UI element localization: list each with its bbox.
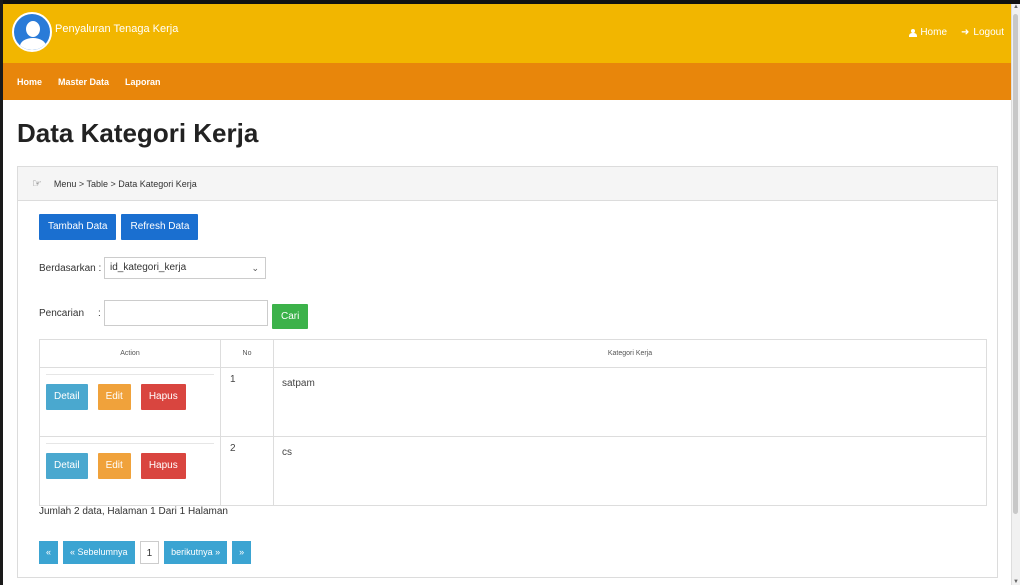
- breadcrumb: ☞ Menu > Table > Data Kategori Kerja: [18, 167, 997, 201]
- top-header: Penyaluran Tenaga Kerja Home ➜ Logout: [3, 4, 1012, 63]
- add-data-button[interactable]: Tambah Data: [39, 214, 117, 240]
- app-logo: [12, 12, 52, 52]
- search-button[interactable]: Cari: [272, 304, 309, 329]
- row-number: 1: [220, 367, 274, 437]
- filter-by-select[interactable]: id_kategori_kerja ⌄: [104, 257, 266, 279]
- table-header-row: Action No Kategori Kerja: [39, 339, 987, 368]
- row-actions: Detail Edit Hapus: [39, 436, 221, 506]
- page-current[interactable]: 1: [139, 541, 160, 564]
- delete-button[interactable]: Hapus: [140, 384, 186, 410]
- table-row: Detail Edit Hapus 1 satpam: [39, 367, 987, 437]
- table-row: Detail Edit Hapus 2 cs: [39, 436, 987, 506]
- search-input[interactable]: [104, 300, 268, 326]
- data-table: Action No Kategori Kerja Detail Edit Hap…: [39, 339, 987, 506]
- logout-link-label: Logout: [973, 27, 1004, 38]
- search-label-separator: :: [98, 308, 101, 319]
- nav-item-master-data[interactable]: Master Data: [58, 77, 109, 87]
- delete-button[interactable]: Hapus: [140, 453, 186, 479]
- home-link[interactable]: Home: [909, 27, 947, 38]
- page-first-button[interactable]: «: [39, 541, 59, 564]
- edit-button[interactable]: Edit: [97, 453, 131, 479]
- refresh-data-button[interactable]: Refresh Data: [121, 214, 199, 240]
- row-number: 2: [220, 436, 274, 506]
- header-links: Home ➜ Logout: [909, 27, 1004, 38]
- search-label: Pencarian: [39, 308, 85, 319]
- detail-button[interactable]: Detail: [46, 384, 88, 410]
- scrollbar-thumb[interactable]: [1013, 14, 1018, 514]
- row-actions: Detail Edit Hapus: [39, 367, 221, 437]
- row-kategori: cs: [273, 436, 987, 506]
- pagination-summary: Jumlah 2 data, Halaman 1 Dari 1 Halaman: [39, 506, 228, 517]
- edit-button[interactable]: Edit: [97, 384, 131, 410]
- toolbar: Tambah Data Refresh Data: [39, 214, 199, 240]
- logout-link[interactable]: ➜ Logout: [961, 27, 1004, 38]
- logout-arrow-icon: ➜: [961, 27, 970, 38]
- nav-item-home[interactable]: Home: [17, 77, 42, 87]
- content-panel: ☞ Menu > Table > Data Kategori Kerja Tam…: [17, 166, 998, 578]
- filter-by-value: id_kategori_kerja: [110, 262, 187, 273]
- pointing-hand-icon: ☞: [32, 178, 42, 190]
- chevron-down-icon: ⌄: [251, 263, 259, 273]
- page-next-button[interactable]: berikutnya »: [164, 541, 228, 564]
- column-header-kategori: Kategori Kerja: [273, 339, 987, 368]
- breadcrumb-text: Menu > Table > Data Kategori Kerja: [53, 178, 197, 189]
- scroll-up-icon[interactable]: ▲: [1013, 4, 1019, 10]
- page-title: Data Kategori Kerja: [17, 118, 259, 148]
- filter-by-label: Berdasarkan :: [39, 263, 102, 274]
- scroll-down-icon[interactable]: ▼: [1013, 579, 1019, 585]
- row-kategori: satpam: [273, 367, 987, 437]
- app-title: Penyaluran Tenaga Kerja: [55, 23, 179, 35]
- user-icon: [909, 28, 918, 37]
- detail-button[interactable]: Detail: [46, 453, 88, 479]
- main-nav: Home Master Data Laporan: [3, 63, 1012, 100]
- pagination: « « Sebelumnya 1 berikutnya » »: [39, 541, 252, 564]
- home-link-label: Home: [920, 27, 948, 38]
- page-prev-button[interactable]: « Sebelumnya: [63, 541, 135, 564]
- nav-item-laporan[interactable]: Laporan: [125, 77, 161, 87]
- page-last-button[interactable]: »: [232, 541, 252, 564]
- column-header-no: No: [220, 339, 274, 368]
- vertical-scrollbar[interactable]: ▲ ▼: [1011, 4, 1020, 585]
- column-header-action: Action: [39, 339, 221, 368]
